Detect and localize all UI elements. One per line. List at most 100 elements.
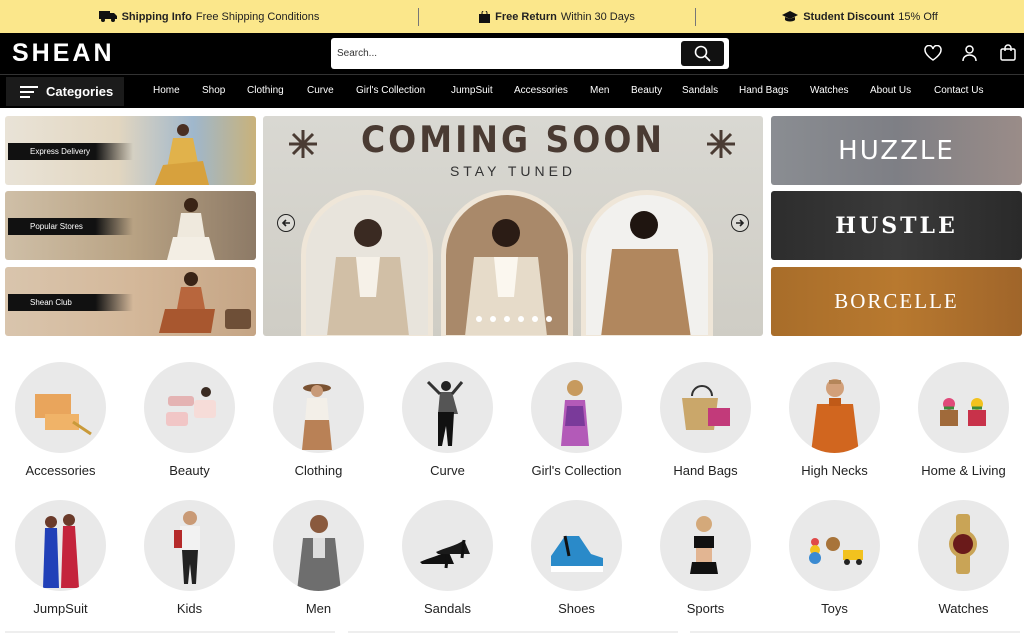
nav-link-sandals[interactable]: Sandals (682, 85, 718, 96)
category-sandals[interactable]: Sandals (383, 500, 512, 616)
category-image (144, 500, 235, 591)
category-image (531, 500, 622, 591)
category-image (660, 500, 751, 591)
brand-huzzle-banner[interactable]: HUZZLE (771, 116, 1022, 185)
category-image (918, 500, 1009, 591)
category-watches[interactable]: Watches (899, 500, 1024, 616)
free-return-title: Free Return (495, 10, 557, 23)
category-clothing[interactable]: Clothing (254, 362, 383, 478)
truck-icon (98, 11, 117, 22)
hero-model-1 (301, 190, 433, 336)
promo-shean-club[interactable]: Shean Club (5, 267, 256, 336)
site-logo[interactable]: SHEAN (12, 39, 115, 68)
category-high-necks[interactable]: High Necks (770, 362, 899, 478)
category-label: Home & Living (921, 463, 1006, 478)
promo-label: Express Delivery (8, 143, 133, 160)
carousel-dot[interactable] (476, 316, 482, 322)
carousel-prev-button[interactable] (277, 214, 295, 232)
nav-link-curve[interactable]: Curve (307, 85, 334, 96)
section-divider (690, 631, 1020, 633)
section-divider (348, 631, 678, 633)
category-jumpsuit[interactable]: JumpSuit (0, 500, 125, 616)
nav-link-girls-collection[interactable]: Girl's Collection (356, 85, 425, 96)
section-divider (5, 631, 335, 633)
search-button[interactable] (681, 41, 724, 66)
brand-name: HUSTLE (835, 212, 958, 239)
categories-menu-button[interactable]: Categories (6, 77, 124, 106)
nav-link-about-us[interactable]: About Us (870, 85, 911, 96)
category-label: Clothing (294, 463, 343, 478)
hero-subtitle: STAY TUNED (449, 163, 577, 179)
promo-popular-stores[interactable]: Popular Stores (5, 191, 256, 260)
carousel-next-button[interactable] (731, 214, 749, 232)
hero-carousel[interactable]: COMING SOON STAY TUNED (263, 116, 763, 336)
free-return[interactable]: Free Return Within 30 Days (419, 0, 695, 33)
carousel-dot[interactable] (490, 316, 496, 322)
category-label: Men (305, 601, 332, 616)
shipping-info[interactable]: Shipping Info Free Shipping Conditions (0, 0, 418, 33)
category-girls-collection[interactable]: Girl's Collection (512, 362, 641, 478)
cart-icon[interactable] (1000, 44, 1016, 61)
category-image (144, 362, 235, 453)
nav-link-shop[interactable]: Shop (202, 85, 225, 96)
student-discount[interactable]: Student Discount 15% Off (696, 0, 1024, 33)
category-kids[interactable]: Kids (125, 500, 254, 616)
category-image (15, 362, 106, 453)
category-label: Sandals (424, 601, 471, 616)
category-accessories[interactable]: Accessories (0, 362, 125, 478)
category-label: Accessories (25, 463, 96, 478)
category-label: Shoes (558, 601, 595, 616)
category-image (273, 500, 364, 591)
category-image (402, 500, 493, 591)
promo-express-delivery[interactable]: Express Delivery (5, 116, 256, 185)
nav-link-contact-us[interactable]: Contact Us (934, 85, 983, 96)
user-icon[interactable] (962, 45, 977, 61)
graduation-cap-icon (782, 11, 799, 22)
promo-label: Popular Stores (8, 218, 133, 235)
carousel-dot[interactable] (504, 316, 510, 322)
category-image (402, 362, 493, 453)
category-shoes[interactable]: Shoes (512, 500, 641, 616)
nav-link-home[interactable]: Home (153, 85, 180, 96)
category-label: Curve (430, 463, 465, 478)
nav-link-hand-bags[interactable]: Hand Bags (739, 85, 788, 96)
brand-hustle-banner[interactable]: HUSTLE (771, 191, 1022, 260)
arrow-right-icon (736, 219, 745, 227)
category-image (531, 362, 622, 453)
category-label: Kids (176, 601, 203, 616)
main-nav: Categories Home Shop Clothing Curve Girl… (0, 74, 1024, 108)
carousel-dot[interactable] (532, 316, 538, 322)
nav-link-clothing[interactable]: Clothing (247, 85, 284, 96)
nav-link-accessories[interactable]: Accessories (514, 85, 568, 96)
model-figure (159, 272, 251, 333)
nav-link-men[interactable]: Men (590, 85, 609, 96)
category-hand-bags[interactable]: Hand Bags (641, 362, 770, 478)
nav-link-jumpsuit[interactable]: JumpSuit (451, 85, 493, 96)
nav-link-beauty[interactable]: Beauty (631, 85, 662, 96)
search-input[interactable] (337, 43, 667, 64)
category-sports[interactable]: Sports (641, 500, 770, 616)
category-label: Hand Bags (673, 463, 738, 478)
category-image (273, 362, 364, 453)
category-label: Beauty (169, 463, 210, 478)
hero-model-2 (441, 190, 573, 336)
shipping-info-title: Shipping Info (121, 10, 192, 23)
category-curve[interactable]: Curve (383, 362, 512, 478)
category-label: Girl's Collection (531, 463, 622, 478)
category-image (789, 500, 880, 591)
category-beauty[interactable]: Beauty (125, 362, 254, 478)
nav-link-watches[interactable]: Watches (810, 85, 849, 96)
shipping-info-text: Free Shipping Conditions (195, 10, 320, 23)
brand-name: BORCELLE (834, 289, 959, 313)
heart-icon[interactable] (924, 45, 942, 61)
category-image (918, 362, 1009, 453)
category-image (789, 362, 880, 453)
search-icon (694, 45, 711, 62)
brand-borcelle-banner[interactable]: BORCELLE (771, 267, 1022, 336)
category-toys[interactable]: Toys (770, 500, 899, 616)
category-home-living[interactable]: Home & Living (899, 362, 1024, 478)
carousel-dot[interactable] (546, 316, 552, 322)
promo-label: Shean Club (8, 294, 133, 311)
category-men[interactable]: Men (254, 500, 383, 616)
carousel-dot[interactable] (518, 316, 524, 322)
